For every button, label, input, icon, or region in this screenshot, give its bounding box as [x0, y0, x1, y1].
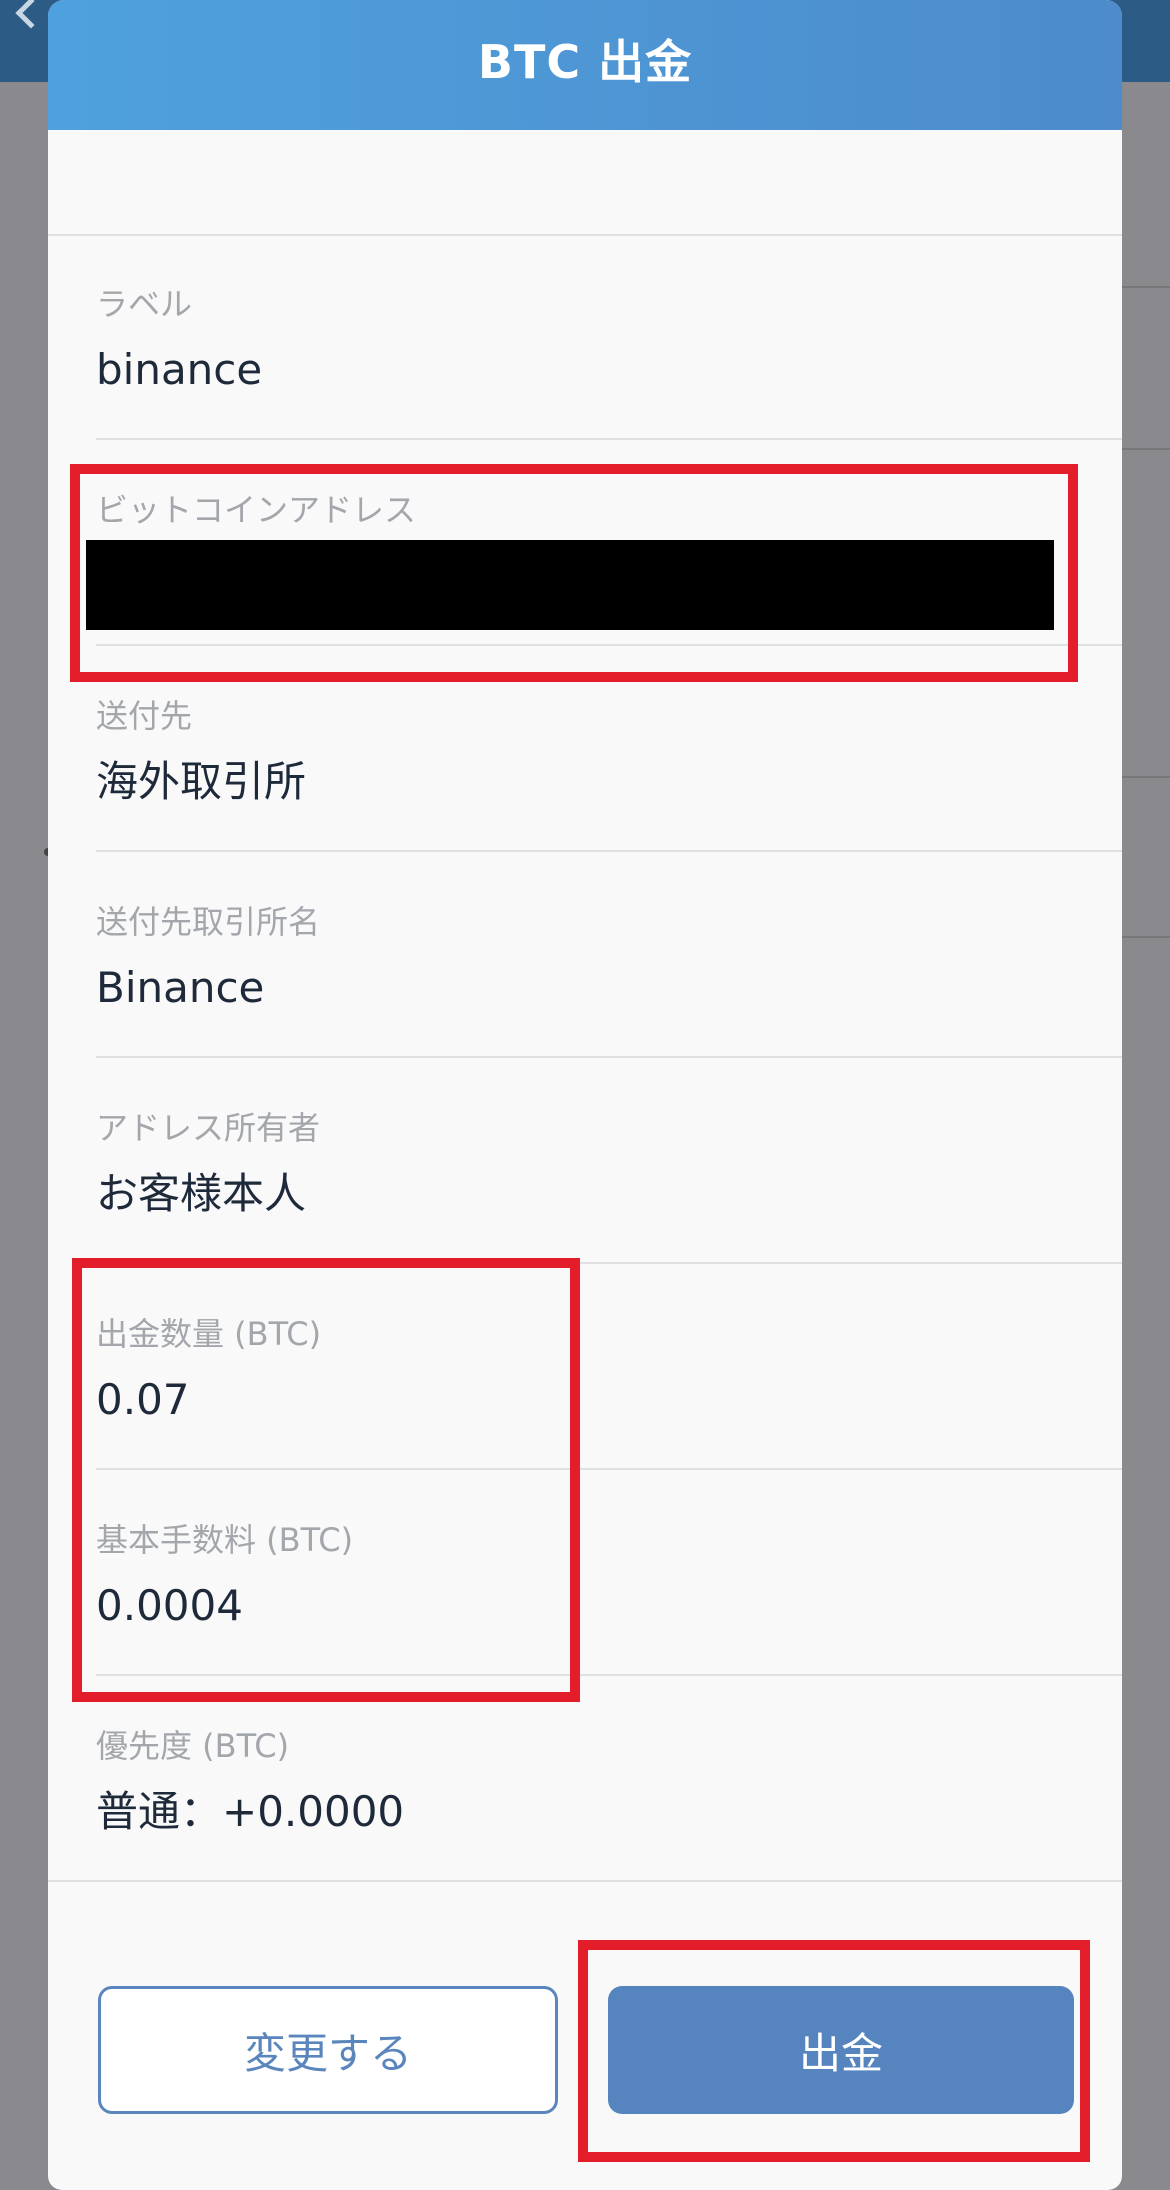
withdraw-button[interactable]: 出金 — [608, 1986, 1074, 2114]
field-value: 0.0004 — [96, 1581, 243, 1630]
field-value: 0.07 — [96, 1375, 190, 1424]
field-label: ビットコインアドレス — [96, 491, 417, 529]
footer-divider — [48, 1880, 1122, 1882]
field-label: 優先度 (BTC) — [96, 1727, 290, 1765]
divider — [96, 644, 1122, 646]
field-label: 基本手数料 (BTC) — [96, 1521, 354, 1559]
field-priority: 優先度 (BTC) 普通：+0.0000 — [96, 1726, 1122, 1882]
field-withdraw-amount: 出金数量 (BTC) 0.07 — [96, 1314, 1122, 1470]
divider — [96, 850, 1122, 852]
withdraw-confirm-modal: BTC 出金 ラベル binance ビットコインアドレス 送付先 海外取引所 … — [48, 0, 1122, 2190]
redacted-address-block — [86, 540, 1054, 630]
divider — [48, 234, 1122, 236]
field-label: アドレス所有者 — [96, 1109, 321, 1147]
change-button[interactable]: 変更する — [98, 1986, 558, 2114]
background-divider — [1120, 936, 1170, 938]
modal-header: BTC 出金 — [48, 0, 1122, 130]
field-destination: 送付先 海外取引所 — [96, 696, 1122, 852]
field-base-fee: 基本手数料 (BTC) 0.0004 — [96, 1520, 1122, 1676]
field-address-owner: アドレス所有者 お客様本人 — [96, 1108, 1122, 1264]
field-label: 送付先取引所名 — [96, 903, 321, 941]
divider — [96, 1674, 1122, 1676]
background-divider — [1120, 776, 1170, 778]
divider — [96, 438, 1122, 440]
background-divider — [1120, 448, 1170, 450]
divider — [96, 1056, 1122, 1058]
modal-title: BTC 出金 — [477, 35, 693, 89]
field-value: 海外取引所 — [96, 757, 307, 806]
field-label: 送付先 — [96, 697, 193, 735]
divider — [96, 1262, 1122, 1264]
background-divider — [1120, 286, 1170, 288]
field-label: ラベル — [96, 285, 193, 323]
field-value: Binance — [96, 963, 265, 1012]
field-exchange-name: 送付先取引所名 Binance — [96, 902, 1122, 1058]
field-label: 出金数量 (BTC) — [96, 1315, 322, 1353]
field-value: 普通：+0.0000 — [96, 1787, 405, 1836]
divider — [96, 1468, 1122, 1470]
field-label-name: ラベル binance — [96, 284, 1122, 440]
field-value: binance — [96, 345, 263, 394]
field-value: お客様本人 — [96, 1169, 307, 1218]
